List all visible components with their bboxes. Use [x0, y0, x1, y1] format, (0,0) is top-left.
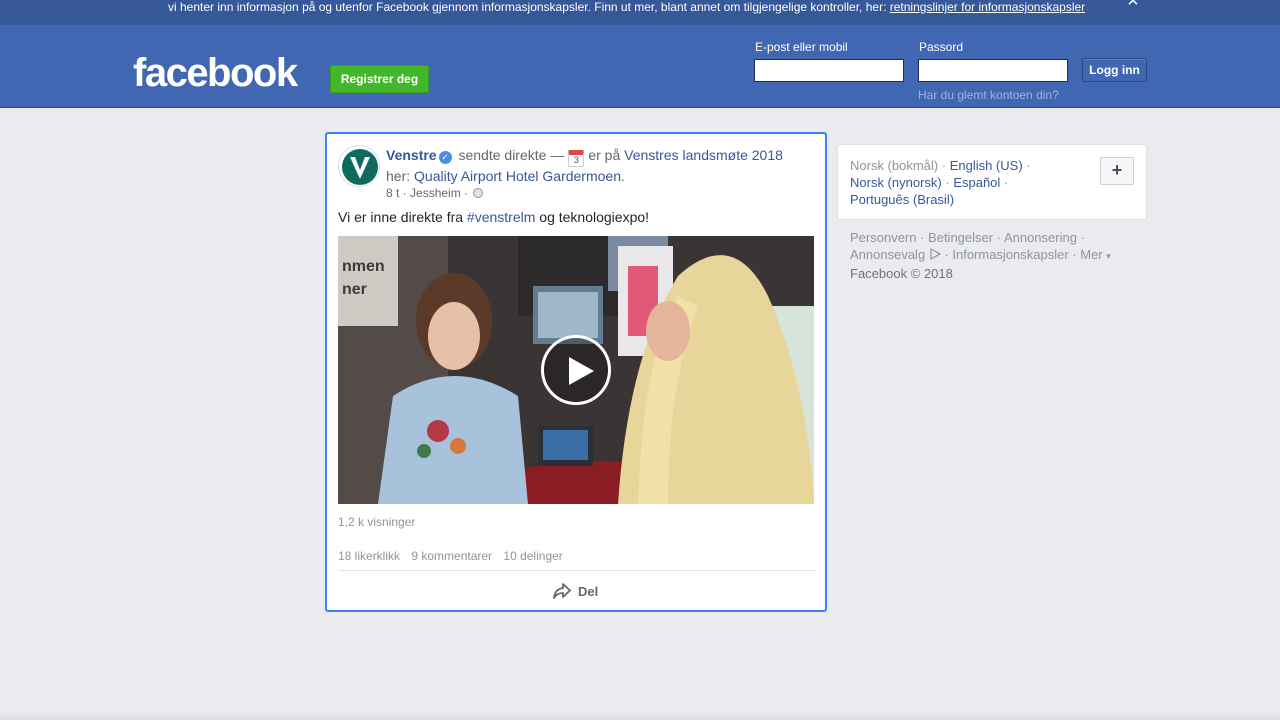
- calendar-icon: 3: [568, 150, 585, 167]
- play-icon: [569, 357, 594, 385]
- place-link[interactable]: Quality Airport Hotel Gardermoen: [414, 168, 621, 184]
- login-button[interactable]: Logg inn: [1082, 58, 1147, 82]
- verified-badge-icon: ✓: [438, 151, 452, 164]
- post-period: .: [621, 168, 625, 184]
- post-text-before: Vi er inne direkte fra: [338, 209, 467, 225]
- view-count: 1,2 k visninger: [338, 515, 416, 529]
- cookie-banner: vi henter inn informasjon på og utenfor …: [0, 0, 1280, 25]
- close-icon[interactable]: ×: [1124, 0, 1142, 12]
- dot-separator: ·: [993, 230, 1004, 245]
- post-divider: [338, 570, 816, 571]
- hashtag-link[interactable]: #venstrelm: [467, 209, 535, 225]
- post-meta: 8 t · Jessheim ·: [386, 186, 484, 200]
- language-selector: Norsk (bokmål) · English (US) · Norsk (n…: [837, 144, 1147, 220]
- post-header: Venstre ✓ sendte direkte —3 er på Venstres…: [386, 146, 806, 186]
- dot-separator: ·: [941, 175, 954, 190]
- likes-count[interactable]: 18 likerklikk: [338, 549, 400, 563]
- venstre-logo-icon: [342, 149, 378, 185]
- post-text-after: og teknologiexpo!: [535, 209, 650, 225]
- share-icon: [553, 583, 571, 599]
- register-button[interactable]: Registrer deg: [330, 65, 429, 93]
- meta-separator: ·: [464, 186, 469, 200]
- globe-icon[interactable]: [473, 188, 484, 198]
- footer-terms-link[interactable]: Betingelser: [928, 230, 993, 245]
- copyright: Facebook © 2018: [850, 266, 953, 281]
- video-player[interactable]: nmen ner: [338, 236, 814, 504]
- cookie-banner-text: vi henter inn informasjon på og utenfor …: [168, 0, 1085, 14]
- share-button[interactable]: Del: [552, 580, 598, 602]
- footer-adchoices-link[interactable]: Annonsevalg: [850, 247, 925, 262]
- language-nynorsk[interactable]: Norsk (nynorsk): [850, 175, 942, 190]
- event-link[interactable]: Venstres landsmøte 2018: [624, 147, 783, 163]
- meta-separator: ·: [402, 186, 407, 200]
- forgot-account-link[interactable]: Har du glemt kontoen din?: [918, 88, 1059, 102]
- password-field[interactable]: [918, 59, 1068, 82]
- footer-advertising-link[interactable]: Annonsering: [1004, 230, 1077, 245]
- password-label: Passord: [919, 40, 964, 54]
- cookie-banner-message: vi henter inn informasjon på og utenfor …: [168, 0, 890, 14]
- cookie-policy-link[interactable]: retningslinjer for informasjonskapsler: [890, 0, 1085, 14]
- dot-separator: ·: [938, 158, 950, 173]
- post-stats: 18 likerklikk 9 kommentarer 10 delinger: [338, 549, 571, 563]
- comments-count[interactable]: 9 kommentarer: [411, 549, 492, 563]
- video-sign-line2: ner: [342, 281, 367, 298]
- email-label: E-post eller mobil: [755, 40, 848, 54]
- video-sign-line1: nmen: [342, 258, 385, 275]
- shares-count[interactable]: 10 delinger: [503, 549, 562, 563]
- current-language: Norsk (bokmål): [850, 158, 939, 173]
- footer-privacy-link[interactable]: Personvern: [850, 230, 916, 245]
- email-field[interactable]: [754, 59, 904, 82]
- play-button[interactable]: [541, 335, 611, 405]
- post-action-text: sendte direkte —: [458, 147, 565, 163]
- top-header: facebook Registrer deg E-post eller mobi…: [0, 25, 1280, 108]
- language-portugues[interactable]: Português (Brasil): [850, 192, 954, 207]
- language-english[interactable]: English (US): [950, 158, 1023, 173]
- post-timestamp[interactable]: 8 t: [386, 186, 399, 200]
- dot-separator: ·: [916, 230, 929, 245]
- dot-separator: ·: [1076, 230, 1085, 245]
- footer-cookies-link[interactable]: Informasjonskapsler: [952, 247, 1068, 262]
- page-avatar[interactable]: [338, 145, 380, 187]
- live-video-post: Venstre ✓ sendte direkte —3 er på Venstres…: [325, 132, 827, 612]
- dot-separator: ·: [1068, 247, 1081, 262]
- footer-links: Personvern · Betingelser · Annonsering ·…: [850, 229, 1140, 282]
- language-list: Norsk (bokmål) · English (US) · Norsk (n…: [850, 157, 1065, 208]
- dot-separator: ·: [1000, 175, 1009, 190]
- dot-separator: ·: [1022, 158, 1031, 173]
- adchoices-icon[interactable]: [929, 248, 941, 260]
- dot-separator: ·: [940, 247, 953, 262]
- post-message: Vi er inne direkte fra #venstrelm og tek…: [338, 209, 649, 225]
- chevron-down-icon[interactable]: ▾: [1106, 251, 1111, 261]
- language-espanol[interactable]: Español: [953, 175, 1000, 190]
- bottom-shadow: [0, 710, 1280, 720]
- post-here-text: her:: [386, 168, 411, 184]
- share-label: Del: [578, 583, 599, 599]
- footer-more-link[interactable]: Mer: [1080, 247, 1102, 262]
- page-name-link[interactable]: Venstre: [386, 147, 437, 163]
- post-at-text: er på: [588, 147, 621, 163]
- post-location[interactable]: Jessheim: [410, 186, 461, 200]
- facebook-logo[interactable]: facebook: [133, 51, 298, 95]
- add-language-button[interactable]: +: [1100, 157, 1134, 185]
